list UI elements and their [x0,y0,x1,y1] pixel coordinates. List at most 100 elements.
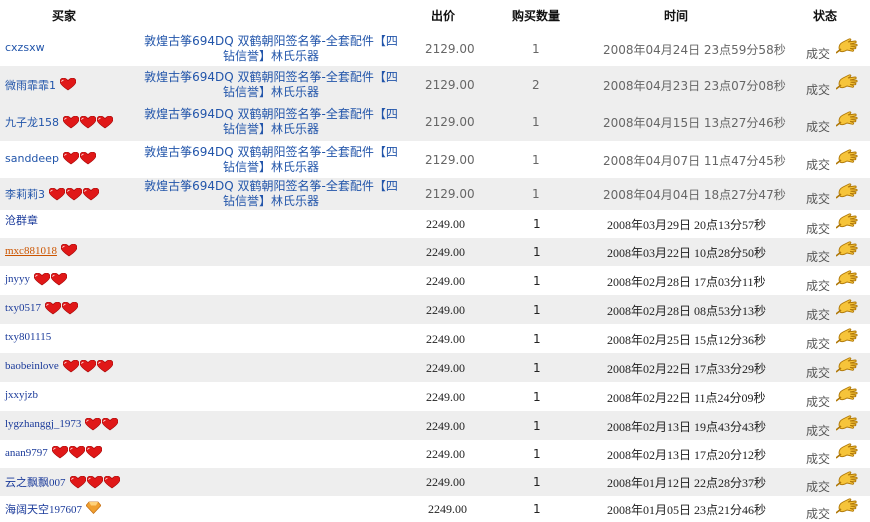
buyer-cell[interactable]: txy801115 [5,331,51,343]
quantity-cell: 1 [533,217,541,231]
header-status: 状态 [813,9,838,23]
credit-hearts-icon [62,151,97,165]
time-cell: 2008年02月22日 17点33分29秒 [607,361,767,376]
time-cell: 2008年02月28日 17点03分11秒 [607,274,766,289]
table-row: txy801115 2249.00 1 2008年02月25日 15点12分36秒 成交 [0,324,870,353]
status-text: 成交 [806,82,831,97]
deal-hand-icon [835,497,860,517]
buyer-name[interactable]: baobeinlove [5,360,59,372]
buyer-name[interactable]: 沧群章 [5,212,38,228]
time-cell: 2008年04月23日 23点07分08秒 [603,78,786,93]
status-text: 成交 [806,423,831,438]
buyer-name[interactable]: txy0517 [5,302,41,314]
buyer-cell[interactable]: 沧群章 [5,212,38,228]
table-row: 沧群章 2249.00 1 2008年03月29日 20点13分57秒 成交 [0,210,870,238]
buyer-cell[interactable]: mxc881018 [5,244,78,257]
buyer-name[interactable]: lygzhanggj_1973 [5,418,81,430]
buyer-cell[interactable]: sanddeep [5,151,97,165]
buyer-cell[interactable]: anan9797 [5,446,103,459]
deal-hand-icon [835,182,860,202]
quantity-cell: 1 [533,273,541,288]
credit-hearts-icon [49,187,100,201]
table-row: 微雨霏霏1 敦煌古筝694DQ 双鹤朝阳签名筝-全套配件【四钻信誉】林氏乐器 212… [0,66,870,103]
buyer-cell[interactable]: 李莉莉3 [5,186,100,202]
table-row: cxzsxw 敦煌古筝694DQ 双鹤朝阳签名筝-全套配件【四钻信誉】林氏乐器 21… [0,32,870,66]
time-cell: 2008年01月12日 22点28分37秒 [607,476,767,490]
quantity-cell: 1 [533,245,541,259]
table-row: lygzhanggj_1973 2249.00 1 2008年02月13日 19点43… [0,411,870,440]
quantity-cell: 1 [533,418,541,433]
buyer-cell[interactable]: 海阔天空197607 [5,501,102,517]
buyer-name[interactable]: jnyyy [5,273,30,285]
buyer-cell[interactable]: jnyyy [5,272,68,286]
status-text: 成交 [806,307,831,322]
time-cell: 2008年03月22日 10点28分50秒 [607,246,767,260]
deal-hand-icon [835,110,860,130]
buyer-name[interactable]: jxxyjzb [5,389,38,401]
credit-hearts-icon [69,475,121,489]
deal-hand-icon [835,269,860,289]
buyer-name[interactable]: anan9797 [5,447,48,459]
time-cell: 2008年02月22日 11点24分09秒 [607,390,766,405]
time-cell: 2008年04月04日 18点27分47秒 [603,188,786,202]
status-text: 成交 [806,480,831,494]
buyer-name[interactable]: 九子龙158 [5,114,59,130]
deal-hand-icon [835,73,860,93]
price-cell: 2249.00 [428,502,467,516]
deal-hand-icon [835,148,860,168]
buyer-cell[interactable]: lygzhanggj_1973 [5,417,119,431]
buyer-name[interactable]: sanddeep [5,152,59,165]
price-cell: 2249.00 [426,217,465,231]
deal-hand-icon [835,212,860,232]
table-row: baobeinlove 2249.00 1 2008年02月22日 17点33分29秒… [0,353,870,382]
buyer-name[interactable]: 云之飘飘007 [5,474,66,490]
price-cell: 2249.00 [426,273,465,288]
item-link[interactable]: 敦煌古筝694DQ 双鹤朝阳签名筝-全套配件【四钻信誉】林氏乐器 [140,145,402,175]
credit-hearts-icon [45,301,79,315]
price-cell: 2129.00 [425,77,475,92]
deal-hand-icon [835,37,860,57]
time-cell: 2008年02月28日 08点53分13秒 [607,303,767,318]
price-cell: 2129.00 [425,42,475,56]
time-cell: 2008年04月24日 23点59分58秒 [603,43,786,57]
buyer-cell[interactable]: 微雨霏霏1 [5,77,77,93]
time-cell: 2008年01月05日 23点21分46秒 [607,503,767,517]
header-time: 时间 [664,9,689,23]
buyer-name[interactable]: 海阔天空197607 [5,501,82,517]
buyer-cell[interactable]: txy0517 [5,301,79,315]
price-cell: 2129.00 [425,152,475,167]
header-buyer: 买家 [52,9,77,23]
buyer-name[interactable]: 李莉莉3 [5,186,45,202]
table-row: mxc881018 2249.00 1 2008年03月22日 10点28分50秒 成交 [0,238,870,266]
price-cell: 2129.00 [425,187,475,201]
buyer-cell[interactable]: cxzsxw [5,41,45,54]
buyer-cell[interactable]: baobeinlove [5,359,114,373]
status-text: 成交 [806,120,831,134]
price-cell: 2249.00 [426,389,465,404]
buyer-name[interactable]: txy801115 [5,331,51,343]
quantity-cell: 1 [532,115,540,129]
buyer-name[interactable]: mxc881018 [5,245,57,257]
time-cell: 2008年02月13日 17点20分12秒 [607,448,767,462]
buyer-cell[interactable]: 云之飘飘007 [5,474,121,490]
buyer-cell[interactable]: jxxyjzb [5,389,38,401]
buyer-name[interactable]: 微雨霏霏1 [5,77,56,93]
quantity-cell: 1 [533,475,541,489]
table-row: 海阔天空197607 2249.00 1 2008年01月05日 23点21分46秒 成… [0,496,870,522]
buyer-cell[interactable]: 九子龙158 [5,114,114,130]
item-link[interactable]: 敦煌古筝694DQ 双鹤朝阳签名筝-全套配件【四钻信誉】林氏乐器 [140,70,402,100]
quantity-cell: 1 [533,302,541,317]
table-row: txy0517 2249.00 1 2008年02月28日 08点53分13秒 成交 [0,295,870,324]
status-text: 成交 [806,47,831,61]
item-link[interactable]: 敦煌古筝694DQ 双鹤朝阳签名筝-全套配件【四钻信誉】林氏乐器 [140,107,402,137]
status-text: 成交 [806,278,831,293]
credit-hearts-icon [60,78,77,91]
table-row: 李莉莉3 敦煌古筝694DQ 双鹤朝阳签名筝-全套配件【四钻信誉】林氏乐器 2129… [0,178,870,210]
table-row: 九子龙158 敦煌古筝694DQ 双鹤朝阳签名筝-全套配件【四钻信誉】林氏乐器 21… [0,103,870,141]
price-cell: 2129.00 [425,115,475,129]
status-text: 成交 [806,222,831,236]
item-link[interactable]: 敦煌古筝694DQ 双鹤朝阳签名筝-全套配件【四钻信誉】林氏乐器 [140,34,402,64]
buyer-name[interactable]: cxzsxw [5,41,45,54]
price-cell: 2249.00 [426,418,465,433]
item-link[interactable]: 敦煌古筝694DQ 双鹤朝阳签名筝-全套配件【四钻信誉】林氏乐器 [140,179,402,209]
